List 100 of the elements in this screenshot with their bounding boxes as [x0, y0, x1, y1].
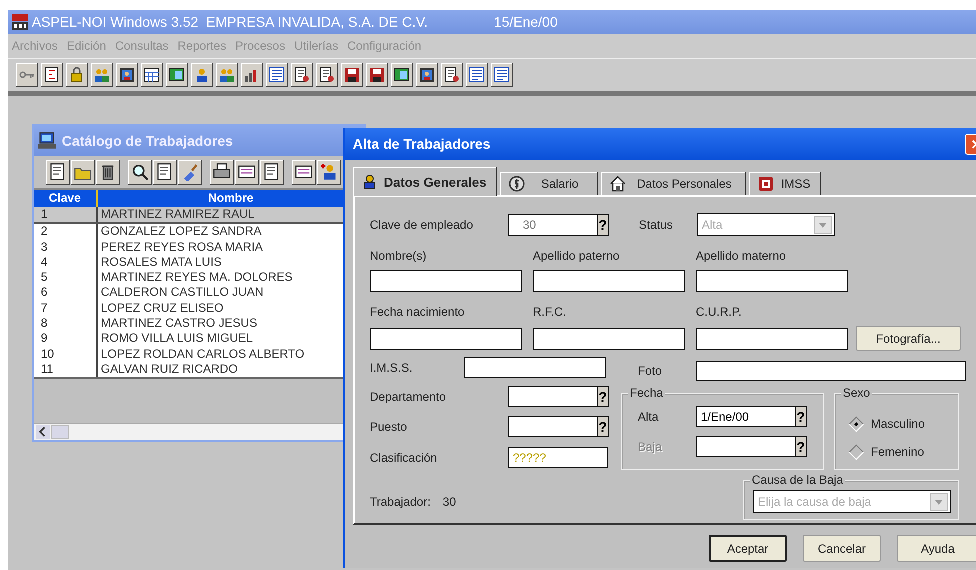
toolbar-button[interactable] [291, 63, 313, 87]
toolbar-button[interactable] [66, 63, 88, 87]
table-row[interactable]: 6 CALDERON CASTILLO JUAN [34, 285, 364, 301]
table-row[interactable]: 8 MARTINEZ CASTRO JESUS [34, 316, 364, 332]
card-icon [758, 176, 774, 192]
table-row[interactable]: 5 MARTINEZ REYES MA. DOLORES [34, 270, 364, 286]
lookup-button[interactable]: ? [598, 416, 609, 437]
field-label: Departamento [370, 390, 448, 404]
lookup-button[interactable]: ? [796, 406, 807, 427]
table-row[interactable]: 7 LOPEZ CRUZ ELISEO [34, 300, 364, 316]
coin-icon [509, 176, 525, 192]
table-cell-text: LOPEZ ROLDAN CARLOS ALBERTO [100, 346, 306, 362]
table-row[interactable]: 9 ROMO VILLA LUIS MIGUEL [34, 331, 364, 347]
toolbar-button[interactable] [128, 160, 152, 184]
dialog-button[interactable]: Cancelar [803, 535, 881, 562]
toolbar-button[interactable] [441, 63, 463, 87]
table-row[interactable]: 11 GALVAN RUIZ RICARDO [34, 362, 364, 378]
group-title: Causa de la Baja [750, 473, 846, 487]
toolbar-button[interactable] [391, 63, 413, 87]
input-field[interactable] [696, 328, 848, 350]
input-field[interactable] [370, 270, 522, 292]
toolbar-button[interactable] [96, 160, 120, 184]
list-icon [494, 67, 510, 83]
input-field[interactable] [696, 436, 796, 457]
input-field[interactable]: 1/Ene/00 [696, 406, 796, 427]
window-date: 15/Ene/00 [494, 14, 558, 30]
list-icon [469, 67, 485, 83]
caret-icon [814, 216, 832, 234]
toolbar-button[interactable] [16, 63, 38, 87]
input-field[interactable] [464, 357, 606, 378]
toolbar-button[interactable] [317, 160, 341, 184]
toolbar-button[interactable] [46, 160, 70, 184]
dialog-button[interactable]: Ayuda [897, 535, 976, 562]
toolbar-button[interactable] [210, 160, 234, 184]
person-icon [194, 67, 210, 83]
input-field[interactable] [508, 416, 598, 437]
toolbar-button[interactable] [116, 63, 138, 87]
toolbar-button[interactable] [41, 63, 63, 87]
window-title: Alta de Trabajadores [353, 136, 491, 152]
input-field[interactable] [696, 361, 966, 381]
tab[interactable]: Datos Personales [601, 172, 746, 195]
card-icon [394, 67, 410, 83]
card-icon [169, 67, 185, 83]
worker-number: 30 [442, 494, 456, 508]
toolbar-button[interactable] [341, 63, 363, 87]
toolbar-button[interactable] [260, 160, 284, 184]
table-cell: 2 [34, 224, 98, 240]
toolbar-button[interactable] [292, 160, 316, 184]
house-icon [610, 176, 626, 192]
toolbar-button[interactable] [235, 160, 259, 184]
toolbar-button[interactable] [466, 63, 488, 87]
lookup-button[interactable]: ? [598, 386, 609, 407]
field-label: Fecha nacimiento [370, 304, 466, 320]
scroll-left-icon[interactable] [36, 425, 50, 439]
group-title: Fecha [628, 386, 666, 400]
radio-label: Masculino [871, 417, 926, 431]
toolbar-button[interactable] [366, 63, 388, 87]
form-icon [44, 67, 60, 83]
people-icon [94, 67, 110, 83]
table-row[interactable]: 4 ROSALES MATA LUIS [34, 254, 364, 270]
picture-icon [119, 67, 135, 83]
toolbar-button[interactable] [491, 63, 513, 87]
toolbar-button[interactable] [316, 63, 338, 87]
toolbar-button[interactable] [166, 63, 188, 87]
field-label: Status [639, 218, 674, 232]
input-field[interactable] [533, 328, 685, 350]
table-cell-text: CALDERON CASTILLO JUAN [100, 285, 265, 301]
photo-button[interactable]: Fotografía... [856, 326, 961, 351]
tab[interactable]: Salario [500, 172, 598, 195]
caret-icon [930, 492, 948, 510]
floppy-icon [344, 67, 360, 83]
toolbar-button[interactable] [416, 63, 438, 87]
input-field[interactable] [508, 386, 598, 407]
person-icon [320, 163, 338, 181]
toolbar-button[interactable] [153, 160, 177, 184]
input-field[interactable] [696, 270, 848, 292]
field-label: Puesto [370, 420, 408, 434]
toolbar-button[interactable] [141, 63, 163, 87]
toolbar-button[interactable] [91, 63, 113, 87]
toolbar-button[interactable] [191, 63, 213, 87]
input-field[interactable] [370, 328, 522, 350]
group-title: Sexo [841, 386, 872, 400]
tab[interactable]: Datos Generales [353, 167, 497, 196]
toolbar-button[interactable] [241, 63, 263, 87]
tab[interactable]: IMSS [749, 172, 821, 195]
toolbar-button[interactable] [266, 63, 288, 87]
app-logo-icon [12, 14, 28, 30]
table-row[interactable]: 3 PEREZ REYES ROSA MARIA [34, 240, 364, 255]
input-field[interactable] [533, 270, 685, 292]
field-label: I.M.S.S. [370, 360, 414, 374]
toolbar-button[interactable] [178, 160, 202, 184]
picture-icon [419, 67, 435, 83]
toolbar-button[interactable] [216, 63, 238, 87]
table-cell-text: GALVAN RUIZ RICARDO [100, 362, 239, 378]
scroll-thumb[interactable] [51, 425, 69, 439]
table-row[interactable]: 2 GONZALEZ LOPEZ SANDRA [34, 224, 364, 240]
table-row[interactable]: 10 LOPEZ ROLDAN CARLOS ALBERTO [34, 346, 364, 362]
printer-icon [213, 163, 231, 181]
toolbar-button[interactable] [71, 160, 95, 184]
dialog-button[interactable]: Aceptar [709, 535, 787, 562]
